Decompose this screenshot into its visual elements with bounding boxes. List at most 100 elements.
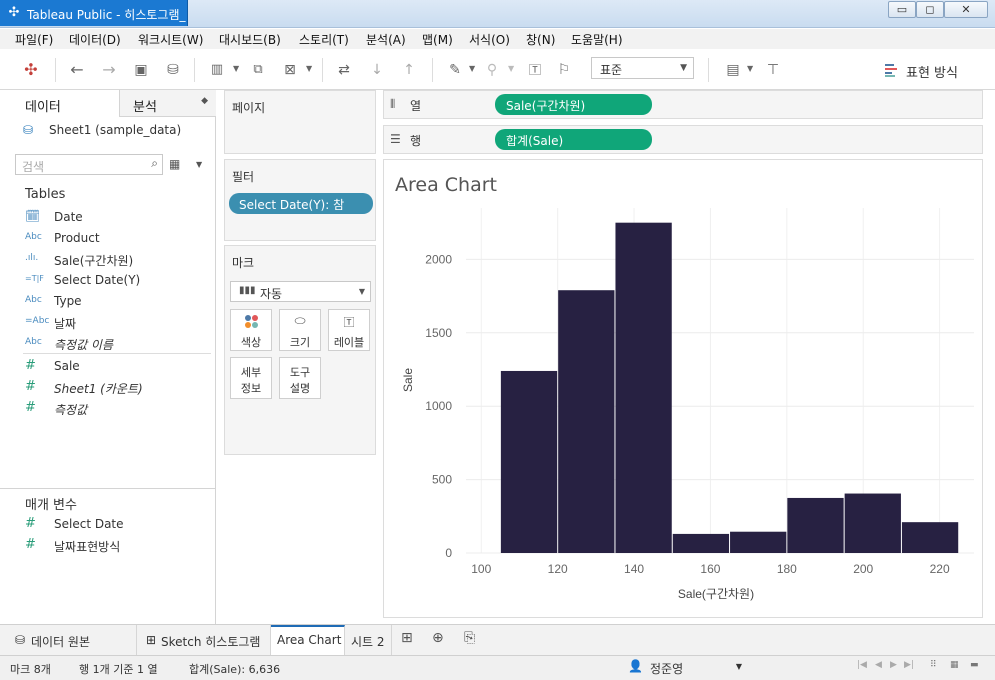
y-tick-label: 500 xyxy=(432,473,452,487)
histogram-bar[interactable] xyxy=(672,533,730,553)
columns-shelf[interactable]: ⦀ 열 Sale(구간차원) xyxy=(383,90,983,119)
new-worksheet-icon[interactable]: ⊞ xyxy=(401,625,427,656)
chevron-down-icon[interactable]: ▼ xyxy=(306,64,312,73)
tooltip-label: 설명 xyxy=(289,382,311,395)
sort-descending-icon[interactable]: ↑ xyxy=(398,59,420,81)
histogram-bar[interactable] xyxy=(730,531,787,553)
worksheet-view[interactable]: 0 500 1000 1500 2000 100 120 140 160 180 200 220 Sal… xyxy=(383,159,983,618)
tableau-logo-icon[interactable]: ✣ xyxy=(20,59,42,81)
histogram-bar[interactable] xyxy=(901,522,959,553)
label-icon: 🅃 xyxy=(343,316,355,329)
filmstrip-icon[interactable]: ▦ xyxy=(950,660,959,670)
tooltip-button[interactable]: 도구 설명 xyxy=(279,357,321,399)
histogram-bar[interactable] xyxy=(558,290,615,553)
mark-type-select[interactable]: ▮▮▮ 자동 ▼ xyxy=(230,281,371,302)
filters-card[interactable]: 필터 Select Date(Y): 참 xyxy=(224,159,376,241)
chevron-down-icon[interactable]: ▼ xyxy=(233,64,239,73)
show-me-icon xyxy=(885,64,897,77)
pages-card[interactable]: 페이지 xyxy=(224,90,376,154)
highlight-icon[interactable]: ✎ xyxy=(444,59,466,81)
group-icon[interactable]: ⚲ xyxy=(481,59,503,81)
datasource-icon: ⛁ xyxy=(23,123,34,137)
last-sheet-icon[interactable]: ▶| xyxy=(904,660,914,670)
presentation-icon[interactable]: ⊤ xyxy=(762,59,784,81)
filter-pill[interactable]: Select Date(Y): 참 xyxy=(229,193,373,214)
x-axis-title: Sale(구간차원) xyxy=(678,587,754,601)
status-rows-cols: 행 1개 기준 1 열 xyxy=(79,663,158,676)
status-bar: 마크 8개 행 1개 기준 1 열 합계(Sale): 6,636 xyxy=(0,655,995,680)
menu-analysis[interactable]: 분석(A) xyxy=(366,31,406,48)
tab-sheet-active[interactable]: Area Chart xyxy=(271,625,345,656)
show-me-button[interactable]: 표현 방식 xyxy=(884,60,974,81)
histogram-chart[interactable]: 0 500 1000 1500 2000 100 120 140 160 180 200 220 Sal… xyxy=(384,160,984,619)
menu-worksheet[interactable]: 워크시트(W) xyxy=(138,31,203,48)
menu-format[interactable]: 서식(O) xyxy=(469,31,510,48)
close-button[interactable]: ✕ xyxy=(944,1,988,18)
user-menu[interactable]: 👤 정준영 ▼ xyxy=(622,655,750,680)
rows-shelf[interactable]: ☰ 행 합계(Sale) xyxy=(383,125,983,154)
new-worksheet-icon[interactable]: ▥ xyxy=(206,59,228,81)
show-cards-icon[interactable]: ▤ xyxy=(722,59,744,81)
clear-sheet-icon[interactable]: ⊠ xyxy=(279,59,301,81)
tab-sheet[interactable]: ⊞ Sketch 히스토그램 xyxy=(137,625,271,656)
menu-help[interactable]: 도움말(H) xyxy=(571,31,623,48)
tab-data[interactable]: 데이터 xyxy=(0,90,119,117)
menu-data[interactable]: 데이터(D) xyxy=(69,31,121,48)
histogram-bar[interactable] xyxy=(615,222,672,553)
boolean-icon: =T|F xyxy=(25,274,44,283)
tab-sheet[interactable]: 시트 2 xyxy=(345,625,392,656)
label-icon[interactable]: 🅃 xyxy=(524,59,546,81)
duplicate-icon[interactable]: ⧉ xyxy=(247,59,269,81)
sheet-sorter-icon[interactable]: ⠿ xyxy=(930,660,937,670)
rows-pill-label: 합계(Sale) xyxy=(506,134,564,148)
minimize-button[interactable]: ▭ xyxy=(888,1,916,18)
chevron-down-icon[interactable]: ▼ xyxy=(469,64,475,73)
tab-analysis[interactable]: 분석 ◆ xyxy=(119,90,216,117)
new-story-icon[interactable]: ⎘ xyxy=(464,625,490,656)
label-button[interactable]: 🅃 레이블 xyxy=(328,309,370,351)
tableau-app-icon: ✣ xyxy=(8,5,20,20)
next-sheet-icon[interactable]: ▶ xyxy=(890,660,897,670)
menu-file[interactable]: 파일(F) xyxy=(15,31,53,48)
detail-button[interactable]: 세부 정보 xyxy=(230,357,272,399)
tab-data-label: 데이터 xyxy=(25,100,61,115)
chevron-down-icon[interactable]: ▼ xyxy=(747,64,753,73)
histogram-bar[interactable] xyxy=(787,497,844,553)
menu-story[interactable]: 스토리(T) xyxy=(299,31,349,48)
maximize-button[interactable]: ◻ xyxy=(916,1,944,18)
color-button[interactable]: 색상 xyxy=(230,309,272,351)
search-input[interactable]: 검색 ⌕ xyxy=(15,154,163,175)
field-label: 날짜표현방식 xyxy=(54,540,121,554)
pin-icon[interactable]: ⚐ xyxy=(553,59,575,81)
menu-map[interactable]: 맵(M) xyxy=(422,31,453,48)
columns-pill[interactable]: Sale(구간차원) xyxy=(495,94,652,115)
y-tick-label: 0 xyxy=(445,546,452,560)
fit-select[interactable]: 표준 ▼ xyxy=(591,57,694,79)
size-button[interactable]: ⬭ 크기 xyxy=(279,309,321,351)
tab-datasource[interactable]: ⛁ 데이터 원본 xyxy=(0,625,137,656)
undo-icon[interactable]: ← xyxy=(66,59,88,81)
first-sheet-icon[interactable]: |◀ xyxy=(857,660,867,670)
swap-icon[interactable]: ⇄ xyxy=(333,59,355,81)
prev-sheet-icon[interactable]: ◀ xyxy=(875,660,882,670)
x-tick-label: 220 xyxy=(930,562,950,576)
list-view-icon[interactable]: ▦ xyxy=(169,157,180,171)
field-label: Sheet1 (카운트) xyxy=(54,382,143,396)
chevron-down-icon[interactable]: ▼ xyxy=(196,160,202,169)
new-dashboard-icon[interactable]: ⊕ xyxy=(432,625,458,656)
chevron-down-icon[interactable]: ▼ xyxy=(508,64,514,73)
histogram-bar[interactable] xyxy=(500,370,558,553)
new-datasource-icon[interactable]: ⛁ xyxy=(162,59,184,81)
menu-dashboard[interactable]: 대시보드(B) xyxy=(219,31,281,48)
redo-icon[interactable]: → xyxy=(98,59,120,81)
histogram-bar[interactable] xyxy=(844,493,901,553)
rows-pill[interactable]: 합계(Sale) xyxy=(495,129,652,150)
datasource-icon: ⛁ xyxy=(15,633,26,647)
menu-window[interactable]: 창(N) xyxy=(526,31,555,48)
size-label: 크기 xyxy=(289,336,311,349)
chevron-down-icon: ▼ xyxy=(358,287,365,296)
tabs-icon[interactable]: ▬ xyxy=(970,660,979,670)
save-icon[interactable]: ▣ xyxy=(130,59,152,81)
sort-ascending-icon[interactable]: ↓ xyxy=(366,59,388,81)
abc-icon: Abc xyxy=(25,232,42,242)
